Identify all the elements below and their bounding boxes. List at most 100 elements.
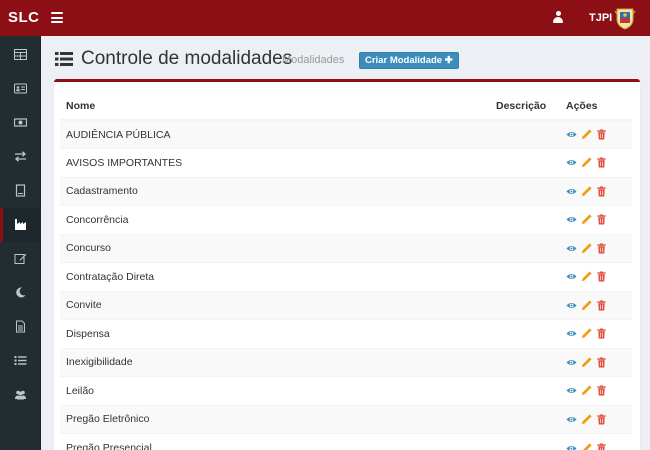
modalidade-name: Dispensa [60, 319, 490, 348]
modalidade-description [490, 233, 560, 263]
modalidade-description [490, 433, 560, 450]
edit-pencil-icon[interactable] [581, 357, 592, 368]
modalidade-name: AUDIÊNCIA PÚBLICA [60, 119, 490, 149]
column-header-name[interactable]: Nome [60, 92, 490, 121]
modalidade-name: Contratação Direta [60, 262, 490, 291]
sidebar-item-modalidades[interactable] [0, 208, 41, 242]
view-eye-icon[interactable] [566, 328, 577, 339]
sidebar-item-list[interactable] [0, 344, 41, 378]
delete-trash-icon[interactable] [596, 328, 607, 340]
modalidade-description [490, 376, 560, 405]
edit-pencil-icon[interactable] [581, 385, 592, 396]
modalidade-description [490, 404, 560, 434]
org-label[interactable]: TJPI [589, 12, 612, 24]
view-eye-icon[interactable] [566, 129, 577, 140]
table-row: AVISOS IMPORTANTES [60, 148, 632, 177]
delete-trash-icon[interactable] [596, 414, 607, 425]
edit-pencil-icon[interactable] [581, 328, 592, 339]
modalidade-name: Concurso [60, 233, 490, 263]
delete-trash-icon[interactable] [596, 157, 607, 169]
delete-trash-icon[interactable] [596, 214, 607, 226]
delete-trash-icon[interactable] [596, 129, 607, 140]
modalidade-name: Inexigibilidade [60, 347, 490, 377]
delete-trash-icon[interactable] [596, 443, 607, 450]
money-icon [14, 118, 27, 127]
row-actions [560, 205, 632, 234]
modalidade-name: Convite [60, 290, 490, 320]
row-actions [560, 319, 632, 348]
modalidade-name: Pregão Eletrônico [60, 404, 490, 434]
edit-pencil-icon[interactable] [581, 243, 592, 254]
exchange-icon [15, 151, 26, 162]
table-row: AUDIÊNCIA PÚBLICA [60, 119, 632, 149]
table-row: Leilão [60, 376, 632, 405]
modalidade-description [490, 319, 560, 348]
row-actions [560, 347, 632, 377]
row-actions [560, 262, 632, 291]
view-eye-icon[interactable] [566, 357, 577, 368]
view-eye-icon[interactable] [566, 214, 577, 225]
list-icon [14, 356, 27, 365]
plus-icon: ✚ [444, 55, 453, 66]
row-actions [560, 290, 632, 320]
delete-trash-icon[interactable] [596, 300, 607, 311]
page-subtitle: Modalidades [282, 54, 345, 66]
edit-pencil-icon[interactable] [581, 271, 592, 282]
modalidades-box: Nome Descrição Ações AUDIÊNCIA PÚBLICA AV… [54, 79, 640, 450]
create-modalidade-button[interactable]: Criar Modalidade ✚ [359, 52, 459, 69]
modalidade-name: Concorrência [60, 205, 490, 234]
sidebar-item-id-card[interactable] [0, 72, 41, 106]
modalidade-description [490, 205, 560, 234]
row-actions [560, 176, 632, 206]
delete-trash-icon[interactable] [596, 357, 607, 368]
row-actions [560, 404, 632, 434]
sidebar-item-file[interactable] [0, 310, 41, 344]
sidebar-item-table[interactable] [0, 38, 41, 72]
modalidade-description [490, 262, 560, 291]
file-icon [16, 320, 25, 333]
row-actions [560, 119, 632, 149]
page-title: Controle de modalidades [81, 48, 293, 69]
view-eye-icon[interactable] [566, 243, 577, 254]
crest-logo-icon [614, 8, 636, 30]
user-icon[interactable] [553, 11, 563, 23]
table-row: Cadastramento [60, 176, 632, 206]
delete-trash-icon[interactable] [596, 243, 607, 254]
table-row: Contratação Direta [60, 262, 632, 291]
edit-pencil-icon[interactable] [581, 186, 592, 197]
book-icon [15, 184, 26, 197]
edit-pencil-icon[interactable] [581, 214, 592, 225]
column-header-description[interactable]: Descrição [490, 92, 560, 121]
table-row: Inexigibilidade [60, 347, 632, 377]
edit-pencil-icon[interactable] [581, 300, 592, 311]
delete-trash-icon[interactable] [596, 385, 607, 397]
table-row: Dispensa [60, 319, 632, 348]
sidebar-item-money[interactable] [0, 106, 41, 140]
modalidade-description [490, 176, 560, 206]
menu-toggle-icon[interactable] [51, 12, 63, 23]
sidebar-item-moon[interactable] [0, 276, 41, 310]
view-eye-icon[interactable] [566, 414, 577, 425]
app-brand[interactable]: SLC [8, 9, 40, 26]
view-eye-icon[interactable] [566, 300, 577, 311]
delete-trash-icon[interactable] [596, 271, 607, 283]
view-eye-icon[interactable] [566, 443, 577, 450]
edit-pencil-icon[interactable] [581, 443, 592, 450]
sidebar-item-book[interactable] [0, 174, 41, 208]
modalidade-description [490, 119, 560, 149]
table-row: Concurso [60, 233, 632, 263]
sidebar-item-users[interactable] [0, 378, 41, 412]
view-eye-icon[interactable] [566, 385, 577, 396]
table-row: Pregão Presencial [60, 433, 632, 450]
delete-trash-icon[interactable] [596, 186, 607, 197]
view-eye-icon[interactable] [566, 271, 577, 282]
edit-pencil-icon[interactable] [581, 129, 592, 140]
sidebar-item-exchange[interactable] [0, 140, 41, 174]
view-eye-icon[interactable] [566, 157, 577, 168]
edit-pencil-icon[interactable] [581, 157, 592, 168]
row-actions [560, 148, 632, 177]
view-eye-icon[interactable] [566, 186, 577, 197]
table-icon [14, 49, 27, 60]
edit-pencil-icon[interactable] [581, 414, 592, 425]
sidebar-item-edit[interactable] [0, 242, 41, 276]
